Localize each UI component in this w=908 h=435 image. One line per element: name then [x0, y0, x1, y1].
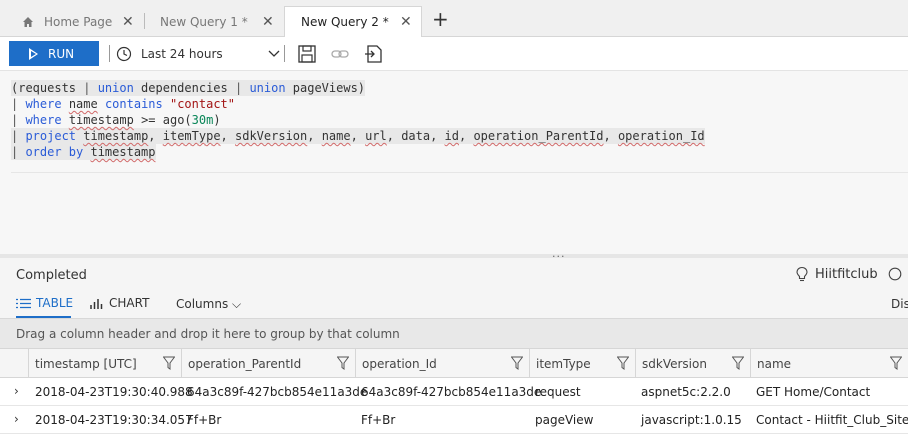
close-icon[interactable]: ✕: [122, 14, 134, 30]
chevron-down-icon: [268, 50, 280, 57]
lightbulb-icon: [796, 266, 808, 282]
tab-home-page[interactable]: Home Page ✕: [22, 6, 144, 37]
column-header-operation-id[interactable]: operation_Id: [355, 349, 529, 378]
group-by-hint: Drag a column header and drop it here to…: [16, 327, 400, 341]
app-selector[interactable]: Hiitfitclub: [795, 266, 902, 282]
clock-icon: [116, 46, 132, 62]
tab-table[interactable]: TABLE: [16, 296, 73, 310]
cell-name: GET Home/Contact: [756, 385, 871, 399]
expand-row-icon[interactable]: ›: [14, 412, 19, 426]
display-button-truncated[interactable]: Dis: [891, 297, 908, 311]
tab-new-query-2-label: New Query 2 *: [301, 15, 389, 29]
cell-name: Contact - Hiitfit_Club_Site: [756, 413, 908, 427]
cell-operation-id: 64a3c89f-427bcb854e11a3de: [361, 385, 542, 399]
column-header-name[interactable]: name: [750, 349, 908, 378]
play-icon: [29, 47, 38, 60]
cell-sdkversion: aspnet5c:2.2.0: [641, 385, 731, 399]
column-header-timestamp[interactable]: timestamp [UTC]: [28, 349, 181, 378]
cell-timestamp: 2018-04-23T19:30:40.988: [35, 385, 193, 399]
tab-chart[interactable]: CHART: [90, 296, 149, 310]
cell-operation-parentid: 64a3c89f-427bcb854e11a3de: [187, 385, 368, 399]
filter-icon[interactable]: [617, 356, 629, 370]
tab-new-query-1[interactable]: New Query 1 * ✕: [160, 6, 282, 37]
columns-label: Columns: [176, 297, 229, 311]
toolbar-separator: [109, 45, 110, 62]
home-icon: [23, 16, 33, 27]
tab-home-page-label: Home Page: [44, 14, 113, 29]
run-button[interactable]: RUN: [9, 41, 99, 66]
close-icon[interactable]: ✕: [262, 14, 274, 30]
editor-divider: [11, 172, 908, 173]
query-status: Completed: [16, 268, 87, 283]
tab-table-label: TABLE: [36, 296, 74, 310]
run-button-label: RUN: [48, 46, 75, 61]
bar-chart-icon: [90, 298, 103, 309]
cell-itemtype: pageView: [535, 413, 594, 427]
tab-bar: Home Page ✕ New Query 1 * ✕ New Query 2 …: [0, 0, 908, 37]
tab-chart-label: CHART: [109, 296, 150, 310]
filter-icon[interactable]: [732, 356, 744, 370]
cell-timestamp: 2018-04-23T19:30:34.057: [35, 413, 193, 427]
export-icon[interactable]: [363, 43, 385, 65]
toolbar-separator: [284, 45, 285, 62]
cell-itemtype: request: [535, 385, 581, 399]
cell-sdkversion: javascript:1.0.15: [641, 413, 742, 427]
query-line-4: | project timestamp, itemType, sdkVersio…: [11, 128, 705, 144]
tab-new-query-2[interactable]: New Query 2 * ✕: [284, 6, 422, 37]
query-code[interactable]: (requests | union dependencies | union p…: [11, 80, 705, 160]
chevron-down-icon: ⌵: [232, 297, 242, 311]
time-range-label: Last 24 hours: [141, 47, 223, 61]
filter-icon[interactable]: [890, 356, 902, 370]
table-row[interactable]: › 2018-04-23T19:30:40.988 64a3c89f-427bc…: [0, 378, 908, 406]
query-editor[interactable]: (requests | union dependencies | union p…: [0, 70, 908, 254]
column-header-operation-parentid[interactable]: operation_ParentId: [181, 349, 355, 378]
query-line-3: | where timestamp >= ago(30m): [11, 113, 221, 127]
time-range-picker[interactable]: Last 24 hours: [116, 43, 280, 65]
query-line-2: | where name contains "contact": [11, 97, 236, 111]
tab-new-query-1-label: New Query 1 *: [160, 14, 248, 29]
app-name: Hiitfitclub: [815, 266, 878, 282]
filter-icon[interactable]: [511, 356, 523, 370]
column-header-itemtype[interactable]: itemType: [529, 349, 635, 378]
cell-operation-id: Ff+Br: [361, 413, 396, 427]
new-tab-button[interactable]: +: [432, 9, 449, 29]
query-line-5: | order by timestamp: [11, 144, 156, 160]
table-icon: [16, 298, 31, 308]
filter-icon[interactable]: [337, 356, 349, 370]
table-row[interactable]: › 2018-04-23T19:30:34.057 Ff+Br Ff+Br pa…: [0, 406, 908, 434]
column-header-sdkversion[interactable]: sdkVersion: [635, 349, 750, 378]
save-icon[interactable]: [296, 43, 318, 65]
clock-icon: [888, 267, 901, 281]
cell-operation-parentid: Ff+Br: [187, 413, 222, 427]
columns-button[interactable]: Columns ⌵: [176, 297, 241, 312]
query-line-1: (requests | union dependencies | union p…: [11, 80, 366, 96]
expand-row-icon[interactable]: ›: [14, 384, 19, 398]
close-icon[interactable]: ✕: [400, 14, 412, 30]
tab-separator: [144, 13, 145, 29]
link-icon[interactable]: [329, 43, 351, 65]
query-toolbar: RUN Last 24 hours: [0, 37, 908, 69]
filter-icon[interactable]: [163, 356, 175, 370]
